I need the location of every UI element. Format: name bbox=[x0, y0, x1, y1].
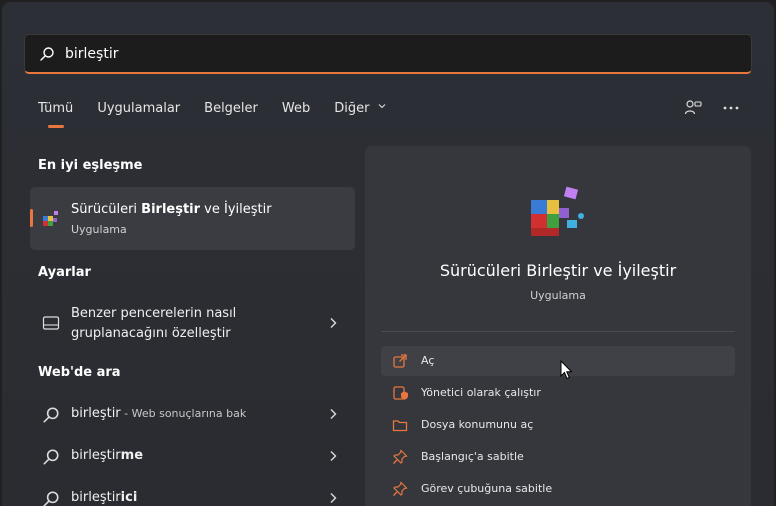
chevron-right-icon bbox=[330, 318, 337, 328]
best-match-subtitle: Uygulama bbox=[71, 223, 127, 236]
chevron-right-icon bbox=[330, 451, 337, 461]
open-icon bbox=[393, 354, 407, 368]
tab-all[interactable]: Tümü bbox=[38, 101, 73, 128]
best-match-heading: En iyi eşleşme bbox=[38, 158, 143, 173]
folder-icon bbox=[392, 420, 408, 432]
best-match-title: Sürücüleri Birleştir ve İyileştir bbox=[71, 202, 272, 217]
tab-documents[interactable]: Belgeler bbox=[204, 101, 258, 123]
action-open[interactable]: Aç bbox=[381, 346, 735, 376]
search-box[interactable] bbox=[24, 34, 752, 74]
tab-apps[interactable]: Uygulamalar bbox=[97, 101, 180, 123]
selection-indicator bbox=[30, 209, 33, 227]
account-switch-icon[interactable] bbox=[684, 99, 702, 117]
web-result-1[interactable]: birleştir - Web sonuçlarına bak bbox=[30, 400, 355, 430]
window-icon bbox=[42, 316, 60, 330]
chevron-right-icon bbox=[330, 493, 337, 503]
best-match-item[interactable]: Sürücüleri Birleştir ve İyileştir Uygula… bbox=[30, 187, 355, 250]
filter-tabs: Tümü Uygulamalar Belgeler Web Diğer bbox=[38, 101, 410, 128]
search-input[interactable] bbox=[65, 43, 725, 65]
chevron-right-icon bbox=[330, 409, 337, 419]
tab-more[interactable]: Diğer bbox=[334, 101, 385, 123]
settings-item-line1: Benzer pencerelerin nasıl bbox=[71, 306, 237, 321]
search-icon bbox=[43, 407, 59, 423]
search-icon bbox=[43, 491, 59, 506]
pin-icon bbox=[393, 481, 408, 496]
details-app-name: Sürücüleri Birleştir ve İyileştir bbox=[439, 261, 677, 280]
details-pane: Sürücüleri Birleştir ve İyileştir Uygula… bbox=[365, 146, 751, 506]
search-icon bbox=[43, 449, 59, 465]
pin-icon bbox=[393, 449, 408, 464]
action-pin-to-taskbar[interactable]: Görev çubuğuna sabitle bbox=[381, 474, 735, 504]
top-actions bbox=[684, 99, 740, 117]
action-run-as-admin[interactable]: Yönetici olarak çalıştır bbox=[381, 378, 735, 408]
mouse-cursor-icon bbox=[560, 360, 573, 380]
search-icon bbox=[40, 47, 54, 61]
shield-icon bbox=[393, 386, 408, 400]
details-app-type: Uygulama bbox=[530, 289, 586, 302]
web-result-3[interactable]: birleştirici bbox=[30, 484, 355, 506]
defrag-app-icon bbox=[43, 211, 58, 226]
action-pin-to-start[interactable]: Başlangıç'a sabitle bbox=[381, 442, 735, 472]
defrag-app-large-icon bbox=[531, 186, 584, 236]
action-open-file-location[interactable]: Dosya konumunu aç bbox=[381, 410, 735, 440]
web-result-2[interactable]: birleştirme bbox=[30, 442, 355, 472]
more-options-icon[interactable] bbox=[722, 99, 740, 117]
settings-item-line2: gruplanacağını özelleştir bbox=[71, 326, 231, 341]
tab-web[interactable]: Web bbox=[282, 101, 310, 123]
chevron-down-icon bbox=[378, 104, 385, 109]
divider bbox=[381, 331, 735, 332]
web-search-heading: Web'de ara bbox=[38, 365, 121, 380]
start-search-panel: Tümü Uygulamalar Belgeler Web Diğer En i… bbox=[2, 2, 774, 506]
settings-heading: Ayarlar bbox=[38, 265, 91, 280]
settings-item-group-windows[interactable]: Benzer pencerelerin nasıl gruplanacağını… bbox=[30, 302, 355, 347]
